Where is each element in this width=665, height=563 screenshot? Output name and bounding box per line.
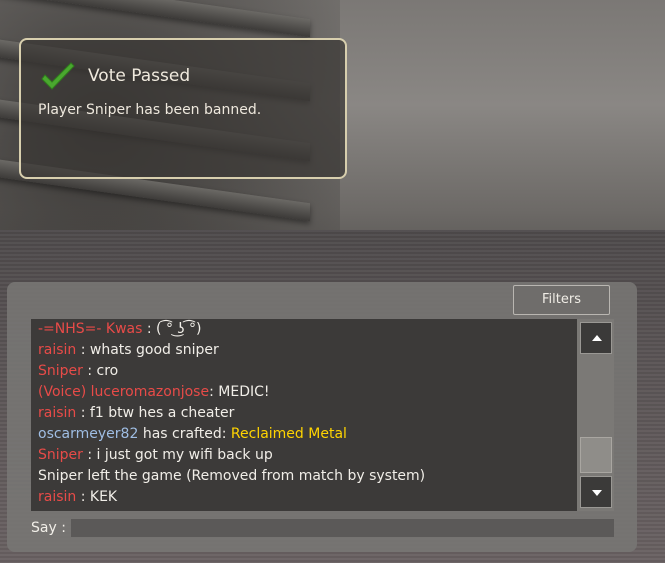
chat-system-message: Sniper left the game (Removed from match…	[38, 468, 426, 484]
scroll-up-button[interactable]	[580, 322, 612, 354]
chat-line: raisin : KEK	[31, 487, 614, 508]
scrollbar-thumb[interactable]	[580, 437, 612, 473]
chat-line: (Voice) luceromazonjose: MEDIC!	[31, 382, 614, 403]
chat-line: -=NHS=- Kwas : ( ͡° ͜ʖ ͡°)	[31, 319, 614, 340]
chat-log: -=NHS=- Kwas : ( ͡° ͜ʖ ͡°) raisin : what…	[31, 319, 614, 511]
chat-line: oscarmeyer82 has crafted: Reclaimed Meta…	[31, 424, 614, 445]
vote-title: Vote Passed	[88, 66, 191, 86]
chat-craft-action: has crafted:	[138, 426, 231, 442]
chat-separator: :	[76, 405, 90, 421]
chat-player-name[interactable]: oscarmeyer82	[38, 426, 138, 442]
chat-message: cro	[96, 363, 119, 379]
chat-separator: :	[82, 363, 97, 379]
chat-player-name[interactable]: (Voice) luceromazonjose	[38, 384, 209, 400]
vote-passed-panel: Vote Passed Player Sniper has been banne…	[19, 38, 347, 179]
chat-player-name[interactable]: raisin	[38, 489, 76, 505]
chat-message: f1 btw hes a cheater	[89, 405, 235, 421]
chat-player-name[interactable]: Sniper	[38, 447, 83, 463]
chat-message: MEDIC!	[213, 384, 270, 400]
chat-separator: :	[82, 447, 97, 463]
chat-separator: :	[76, 342, 90, 358]
chat-message: ( ͡° ͜ʖ ͡°)	[156, 321, 202, 337]
filters-button[interactable]: Filters	[513, 285, 610, 315]
chat-player-name[interactable]: -=NHS=- Kwas	[38, 321, 142, 337]
checkmark-icon	[41, 62, 75, 90]
chat-line: Sniper left the game (Removed from match…	[31, 466, 614, 487]
chat-line: Sniper : i just got my wifi back up	[31, 445, 614, 466]
chat-message: i just got my wifi back up	[96, 447, 273, 463]
chat-separator: :	[142, 321, 157, 337]
say-input[interactable]	[71, 519, 614, 537]
chat-line: raisin : f1 btw hes a cheater	[31, 403, 614, 424]
scroll-down-button[interactable]	[580, 476, 612, 508]
chat-line: raisin : whats good sniper	[31, 340, 614, 361]
arrow-up-icon	[592, 335, 602, 341]
vote-message: Player Sniper has been banned.	[38, 102, 262, 118]
chat-scrollbar[interactable]	[577, 319, 614, 511]
chat-message: whats good sniper	[89, 342, 219, 358]
say-label: Say :	[31, 520, 66, 536]
arrow-down-icon	[592, 490, 602, 496]
chat-separator: :	[76, 489, 90, 505]
chat-panel: Filters -=NHS=- Kwas : ( ͡° ͜ʖ ͡°) raisi…	[7, 282, 637, 552]
chat-line: Sniper : cro	[31, 361, 614, 382]
chat-message: KEK	[89, 489, 118, 505]
chat-player-name[interactable]: raisin	[38, 342, 76, 358]
chat-item-name[interactable]: Reclaimed Metal	[231, 426, 347, 442]
chat-player-name[interactable]: raisin	[38, 405, 76, 421]
chat-player-name[interactable]: Sniper	[38, 363, 83, 379]
